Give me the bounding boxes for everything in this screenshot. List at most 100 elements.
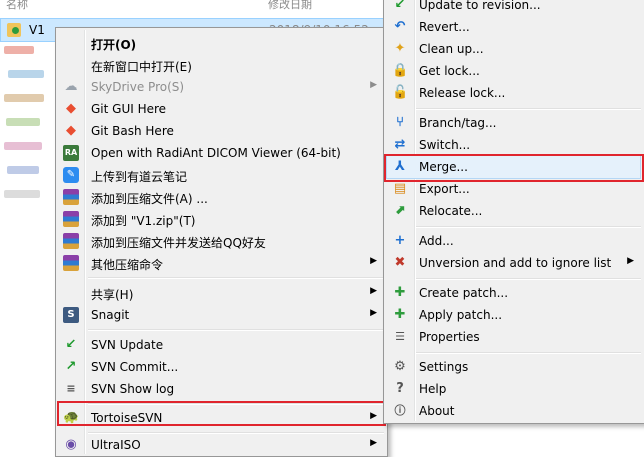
broom-icon: ✦ <box>394 41 406 56</box>
menu-item-open[interactable]: 打开(O) <box>58 32 385 54</box>
menu-item-about[interactable]: ⓘ About <box>386 400 642 422</box>
menu-item-label: Open with RadiAnt DICOM Viewer (64-bit) <box>91 146 341 160</box>
menu-item-label: Revert... <box>419 20 470 34</box>
menu-item-label: SVN Commit... <box>91 360 179 374</box>
tortoise-icon: 🐢 <box>63 410 80 425</box>
menu-item-youdao[interactable]: ✎ 上传到有道云笔记 <box>58 164 385 186</box>
menu-item-add-zip[interactable]: 添加到 "V1.zip"(T) <box>58 208 385 230</box>
menu-separator <box>416 226 641 228</box>
info-icon: ⓘ <box>394 404 406 417</box>
svn-log-icon: ≡ <box>66 382 76 395</box>
menu-item-get-lock[interactable]: 🔒 Get lock... <box>386 60 642 82</box>
menu-item-clean-up[interactable]: ✦ Clean up... <box>386 38 642 60</box>
menu-item-label: 其他压缩命令 <box>91 258 164 272</box>
menu-item-export[interactable]: ▤ Export... <box>386 178 642 200</box>
menu-item-share[interactable]: 共享(H) ▶ <box>58 282 385 304</box>
submenu-arrow-icon: ▶ <box>370 438 377 448</box>
tortoisesvn-submenu: ↙ Update to revision... ↶ Revert... ✦ Cl… <box>383 0 644 424</box>
menu-item-label: Create patch... <box>419 286 509 300</box>
ultraiso-icon: ◉ <box>65 437 77 452</box>
menu-item-label: Help <box>419 382 447 396</box>
menu-item-archive-send-qq[interactable]: 添加到压缩文件并发送给QQ好友 <box>58 230 385 252</box>
menu-item-snagit[interactable]: S Snagit ▶ <box>58 304 385 326</box>
winrar-icon <box>63 189 79 205</box>
create-patch-icon: ✚ <box>394 285 406 300</box>
help-icon: ? <box>396 381 404 396</box>
menu-item-other-compress[interactable]: 其他压缩命令 ▶ <box>58 252 385 274</box>
menu-item-tortoisesvn[interactable]: 🐢 TortoiseSVN ▶ <box>58 407 385 429</box>
menu-item-label: Update to revision... <box>419 0 541 12</box>
properties-icon: ☰ <box>395 330 405 343</box>
menu-item-label: Add... <box>419 234 454 248</box>
cloud-icon: ☁ <box>64 79 78 94</box>
menu-item-git-gui[interactable]: ◆ Git GUI Here <box>58 98 385 120</box>
menu-item-radiant[interactable]: RA Open with RadiAnt DICOM Viewer (64-bi… <box>58 142 385 164</box>
menu-item-switch[interactable]: ⇄ Switch... <box>386 134 642 156</box>
menu-item-skydrive[interactable]: ☁ SkyDrive Pro(S) ▶ <box>58 76 385 98</box>
merge-icon: ⅄ <box>395 159 405 174</box>
menu-item-add[interactable]: + Add... <box>386 230 642 252</box>
menu-item-label: Git Bash Here <box>91 124 174 138</box>
menu-item-unversion-ignore[interactable]: ✖ Unversion and add to ignore list ▶ <box>386 252 642 274</box>
menu-item-label: Release lock... <box>419 86 506 100</box>
menu-item-label: Relocate... <box>419 204 483 218</box>
branch-icon: ⑂ <box>396 115 404 130</box>
menu-separator <box>416 108 641 110</box>
menu-item-git-bash[interactable]: ◆ Git Bash Here <box>58 120 385 142</box>
menu-item-properties[interactable]: ☰ Properties <box>386 326 642 348</box>
submenu-arrow-icon: ▶ <box>370 286 377 296</box>
menu-item-create-patch[interactable]: ✚ Create patch... <box>386 282 642 304</box>
file-name: V1 <box>29 23 45 37</box>
switch-icon: ⇄ <box>394 137 406 152</box>
menu-item-label: 添加到压缩文件(A) ... <box>91 192 208 206</box>
export-icon: ▤ <box>393 181 407 196</box>
menu-item-add-archive[interactable]: 添加到压缩文件(A) ... <box>58 186 385 208</box>
menu-item-label: Settings <box>419 360 469 374</box>
menu-item-update-to-revision[interactable]: ↙ Update to revision... <box>386 0 642 16</box>
menu-item-svn-commit[interactable]: ↗ SVN Commit... <box>58 356 385 378</box>
wrench-icon: ⚙ <box>394 359 406 374</box>
youdao-icon: ✎ <box>63 167 79 183</box>
menu-separator <box>416 352 641 354</box>
add-icon: + <box>394 233 406 248</box>
menu-item-open-new-window[interactable]: 在新窗口中打开(E) <box>58 54 385 76</box>
menu-item-label: 在新窗口中打开(E) <box>91 60 192 74</box>
lock-icon: 🔒 <box>392 63 409 78</box>
column-date-header[interactable]: 修改日期 <box>268 0 312 10</box>
relocate-icon: ⬈ <box>394 203 406 218</box>
submenu-arrow-icon: ▶ <box>370 308 377 318</box>
menu-item-revert[interactable]: ↶ Revert... <box>386 16 642 38</box>
menu-item-svn-show-log[interactable]: ≡ SVN Show log <box>58 378 385 400</box>
menu-item-release-lock[interactable]: 🔓 Release lock... <box>386 82 642 104</box>
submenu-arrow-icon: ▶ <box>370 411 377 421</box>
snagit-icon: S <box>63 307 79 323</box>
menu-item-branch-tag[interactable]: ⑂ Branch/tag... <box>386 112 642 134</box>
submenu-arrow-icon: ▶ <box>627 256 634 266</box>
menu-item-label: SVN Show log <box>91 382 175 396</box>
menu-item-svn-update[interactable]: ↙ SVN Update <box>58 334 385 356</box>
svn-update-icon: ↙ <box>65 337 77 352</box>
menu-item-label: TortoiseSVN <box>91 411 163 425</box>
radiant-icon: RA <box>63 145 79 161</box>
column-name-header[interactable]: 名称 <box>6 0 28 10</box>
menu-item-settings[interactable]: ⚙ Settings <box>386 356 642 378</box>
menu-item-label: Merge... <box>419 160 468 174</box>
menu-item-merge[interactable]: ⅄ Merge... <box>386 156 642 178</box>
submenu-arrow-icon: ▶ <box>370 80 377 90</box>
menu-separator <box>416 278 641 280</box>
menu-item-label: 共享(H) <box>91 288 134 302</box>
winrar-icon <box>63 233 79 249</box>
menu-item-label: 添加到 "V1.zip"(T) <box>91 214 196 228</box>
update-revision-icon: ↙ <box>394 0 406 12</box>
menu-item-label: SkyDrive Pro(S) <box>91 80 185 94</box>
menu-item-label: Properties <box>419 330 480 344</box>
blurred-file-list <box>4 44 52 204</box>
menu-item-relocate[interactable]: ⬈ Relocate... <box>386 200 642 222</box>
menu-item-label: Switch... <box>419 138 471 152</box>
menu-item-label: Unversion and add to ignore list <box>419 256 612 270</box>
menu-item-help[interactable]: ? Help <box>386 378 642 400</box>
submenu-arrow-icon: ▶ <box>370 256 377 266</box>
menu-item-apply-patch[interactable]: ✚ Apply patch... <box>386 304 642 326</box>
menu-item-ultraiso[interactable]: ◉ UltraISO ▶ <box>58 434 385 456</box>
menu-item-label: Get lock... <box>419 64 480 78</box>
